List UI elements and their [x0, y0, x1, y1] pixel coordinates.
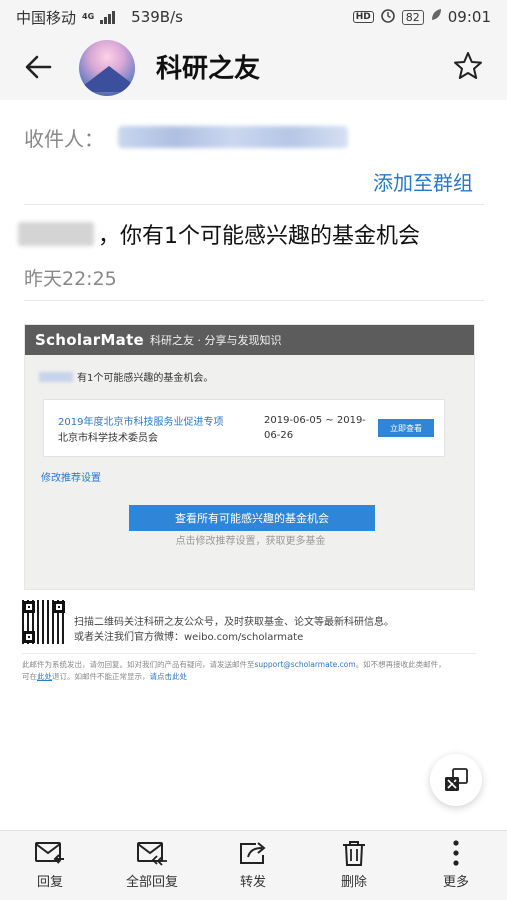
fund-date-range: 2019-06-05 ~ 2019-06-26	[264, 415, 366, 441]
sender-name: 科研之友	[156, 54, 261, 84]
email-body: ScholarMate 科研之友 · 分享与发现知识 有1个可能感兴趣的基金机会…	[24, 324, 475, 590]
alarm-icon	[380, 7, 396, 27]
email-time: 昨天22:25	[24, 268, 117, 290]
more-vertical-icon	[453, 840, 459, 866]
forward-button[interactable]: 转发	[213, 839, 293, 890]
subject-row: ，你有1个可能感兴趣的基金机会	[18, 218, 420, 250]
reply-all-label: 全部回复	[125, 875, 178, 890]
fine-print-text: 。如不想再接收此类邮件，	[355, 660, 446, 669]
view-all-funds-button[interactable]: 查看所有可能感兴趣的基金机会	[129, 505, 375, 531]
bottom-toolbar: 回复 全部回复 转发 删除 更多	[0, 830, 507, 900]
back-button[interactable]	[22, 50, 56, 84]
fine-print-text: 可在	[22, 672, 37, 681]
divider	[22, 653, 476, 654]
leaf-icon	[430, 8, 442, 26]
sender-avatar[interactable]	[79, 40, 135, 96]
star-icon	[454, 52, 482, 79]
recipient-address-blurred[interactable]	[118, 126, 348, 148]
divider	[24, 300, 484, 301]
qr-caption: 扫描二维码关注科研之友公众号，及时获取基金、论文等最新科研信息。	[74, 617, 394, 628]
more-label: 更多	[442, 875, 469, 890]
star-button[interactable]	[453, 51, 483, 81]
carrier-text: 中国移动	[16, 8, 77, 27]
support-email-link[interactable]: support@scholarmate.com	[255, 660, 356, 669]
unsubscribe-link[interactable]: 此处	[37, 672, 52, 681]
brand-tagline: 科研之友 · 分享与发现知识	[150, 334, 282, 347]
fine-print: 此邮件为系统发出，请勿回复。如对我们的产品有疑问，请发送邮件至support@s…	[22, 659, 478, 683]
qr-code	[22, 600, 66, 644]
network-speed: 539B/s	[131, 8, 183, 26]
hd-icon: HD	[352, 11, 374, 23]
fund-item: 2019年度北京市科技服务业促进专项 北京市科学技术委员会 2019-06-05…	[43, 399, 445, 457]
fund-organization: 北京市科学技术委员会	[58, 433, 158, 444]
more-button[interactable]: 更多	[416, 839, 496, 890]
add-to-group-link[interactable]: 添加至群组	[373, 167, 473, 196]
recipient-name-blurred	[18, 222, 94, 246]
shrink-icon	[445, 768, 468, 791]
reply-button[interactable]: 回复	[10, 839, 90, 890]
view-now-button[interactable]: 立即查看	[378, 419, 434, 437]
reply-icon	[35, 842, 64, 864]
intro-text: 有1个可能感兴趣的基金机会。	[77, 373, 214, 384]
modify-settings-link[interactable]: 修改推荐设置	[41, 469, 101, 484]
email-banner: ScholarMate 科研之友 · 分享与发现知识	[25, 325, 474, 355]
delete-button[interactable]: 删除	[314, 839, 394, 890]
battery-icon: 82	[401, 9, 424, 25]
weibo-caption: 或者关注我们官方微博：weibo.com/scholarmate	[74, 632, 304, 643]
brand-logo: ScholarMate	[35, 331, 145, 349]
network-type: 4G	[82, 12, 95, 21]
delete-label: 删除	[340, 875, 367, 890]
fit-screen-button[interactable]	[430, 754, 482, 806]
app-header: 科研之友	[0, 34, 507, 100]
forward-label: 转发	[239, 875, 266, 890]
arrow-left-icon	[25, 55, 52, 79]
signal-icon	[100, 10, 116, 24]
reply-label: 回复	[36, 875, 63, 890]
reply-all-icon	[137, 842, 167, 866]
email-subject: ，你有1个可能感兴趣的基金机会	[98, 224, 420, 249]
fine-print-text: 退订。如邮件不能正常显示，	[52, 672, 150, 681]
reply-all-button[interactable]: 全部回复	[112, 839, 192, 890]
fund-title-link[interactable]: 2019年度北京市科技服务业促进专项	[58, 413, 223, 428]
fine-print-text: 此邮件为系统发出，请勿回复。如对我们的产品有疑问，请发送邮件至	[22, 660, 255, 669]
status-bar: 中国移动 4G 539B/s HD 82 09:01	[0, 0, 507, 34]
clock-text: 09:01	[447, 8, 491, 26]
intro-name-blurred	[39, 371, 73, 382]
trash-icon	[343, 841, 365, 866]
recipient-label: 收件人：	[24, 126, 104, 151]
divider	[24, 204, 484, 205]
view-online-link[interactable]: 请点击此处	[150, 672, 188, 681]
intro-line: 有1个可能感兴趣的基金机会。	[39, 369, 213, 384]
recipient-row: 收件人：	[24, 120, 484, 154]
cta-subtext: 点击修改推荐设置，获取更多基金	[175, 536, 326, 547]
forward-icon	[240, 842, 266, 864]
